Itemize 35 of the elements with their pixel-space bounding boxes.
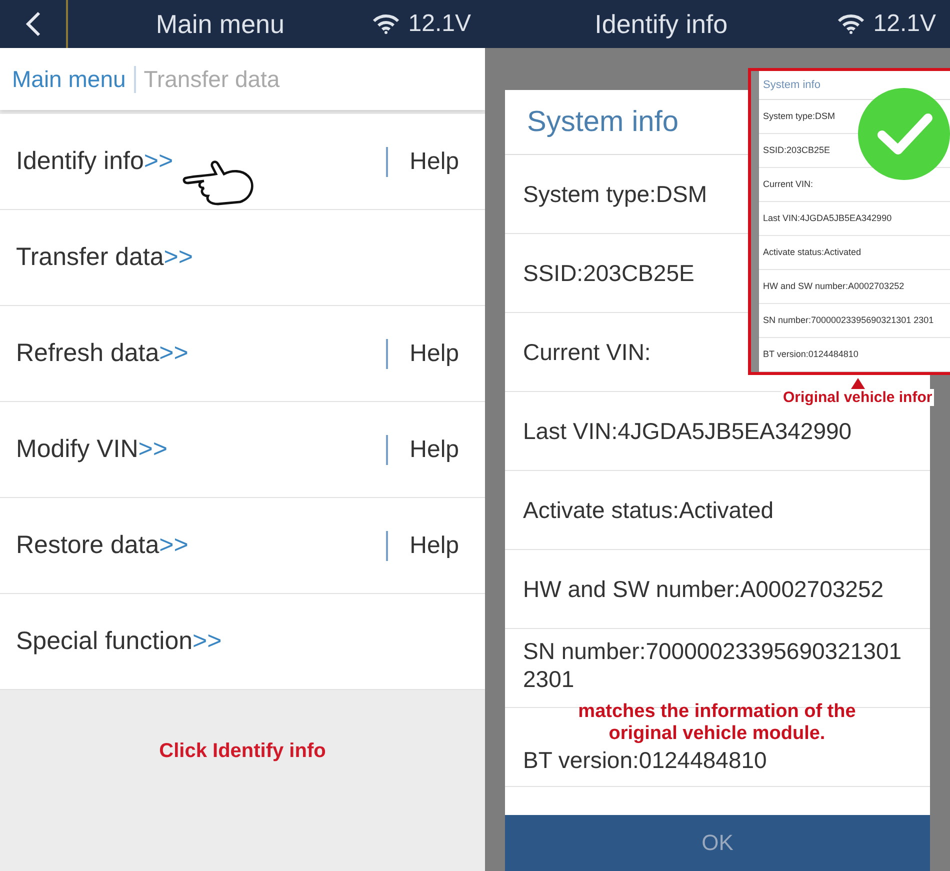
- wifi-icon: [372, 14, 400, 34]
- info-text: SSID:203CB25E: [523, 259, 694, 287]
- voltage-reading: 12.1V: [873, 10, 936, 38]
- menu-link[interactable]: Special function>>: [16, 627, 222, 656]
- menu-link[interactable]: Refresh data>>: [16, 339, 188, 368]
- breadcrumb-link[interactable]: Main menu: [12, 66, 136, 92]
- match-note: matches the information of the original vehicle module.: [577, 701, 857, 745]
- help-link[interactable]: Help: [386, 338, 459, 368]
- menu-link[interactable]: Modify VIN>>: [16, 435, 168, 464]
- info-text: Current VIN:: [523, 338, 651, 366]
- back-icon: [25, 11, 41, 37]
- wifi-icon: [837, 14, 866, 34]
- info-text: System type:DSM: [523, 180, 708, 208]
- inset-info-text: Last VIN:4JGDA5JB5EA342990: [759, 202, 950, 236]
- pointer-triangle-icon: [850, 378, 865, 389]
- inset-info-text: Activate status:Activated: [759, 236, 950, 270]
- menu-link[interactable]: Restore data>>: [16, 531, 188, 560]
- help-link[interactable]: Help: [386, 434, 459, 464]
- screen-title: Main menu: [154, 8, 286, 40]
- inset-info-text: HW and SW number:A0002703252: [759, 270, 950, 304]
- caption-note: Original vehicle infor: [781, 389, 934, 406]
- info-text: BT version:0124484810: [523, 746, 767, 774]
- info-text: Last VIN:4JGDA5JB5EA342990: [523, 417, 852, 445]
- voltage-reading: 12.1V: [408, 10, 471, 38]
- info-text: Activate status:Activated: [523, 496, 774, 524]
- info-text: HW and SW number:A0002703252: [523, 575, 884, 603]
- inset-info-text: BT version:0124484810: [759, 338, 950, 372]
- instruction-note: Click Identify info: [159, 740, 326, 764]
- help-link[interactable]: Help: [386, 530, 459, 560]
- inset-info-text: SN number:70000023395690321301 2301: [759, 304, 950, 338]
- help-link[interactable]: Help: [386, 146, 459, 176]
- menu-link[interactable]: Transfer data>>: [16, 243, 193, 272]
- menu-link[interactable]: Identify info>>: [16, 147, 174, 176]
- screen-title: Identify info: [594, 8, 729, 40]
- info-text: SN number:70000023395690321301 2301: [523, 637, 903, 693]
